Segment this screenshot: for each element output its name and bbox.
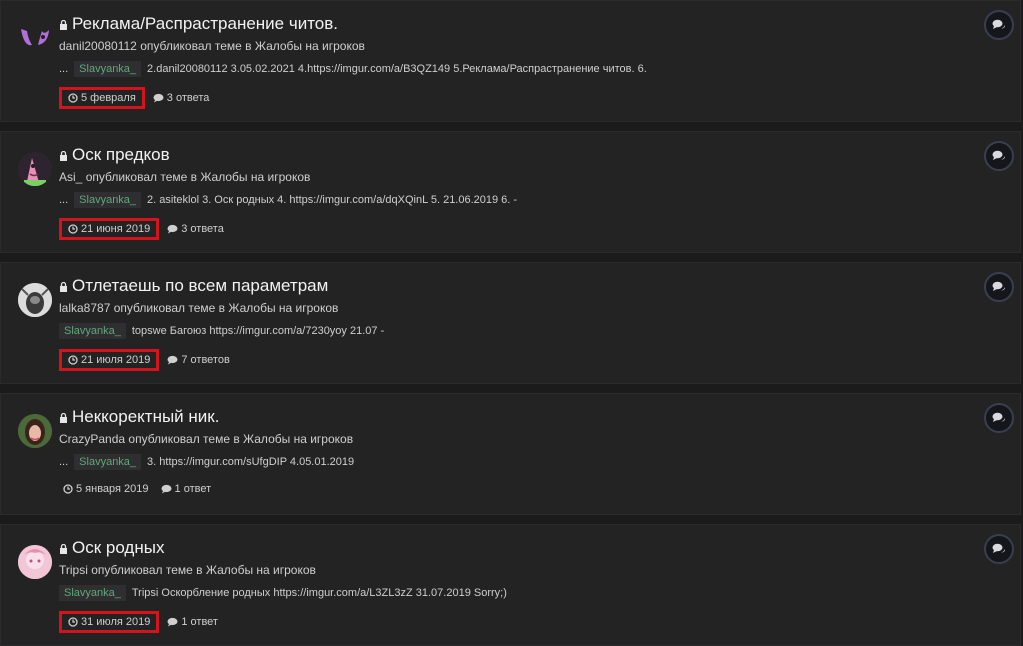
topic-replies[interactable]: 7 ответов [167,354,230,366]
topic-title[interactable]: Оск предков [72,145,170,165]
clock-icon [63,484,73,494]
clock-icon [68,617,78,627]
avatar[interactable] [18,545,52,579]
topic-card: Неккоректный ник. CrazyPanda опубликовал… [0,393,1021,515]
topic-title[interactable]: Реклама/Распрастранение читов. [72,14,338,34]
comment-icon [153,93,164,103]
topic-replies[interactable]: 1 ответ [161,483,212,495]
topic-date[interactable]: 5 февраля [59,87,145,109]
topic-title[interactable]: Отлетаешь по всем параметрам [72,276,328,296]
topic-meta-text: опубликовал теме в Жалобы на игроков [128,432,354,446]
topic-replies-text: 3 ответа [181,223,224,235]
quote-user[interactable]: Slavyanka_ [59,585,126,601]
clock-icon [68,93,78,103]
comments-icon [992,281,1006,291]
lock-icon [60,413,67,423]
topic-meta-text: опубликовал теме в Жалобы на игроков [113,301,339,315]
topic-action-button[interactable] [984,534,1014,564]
topic-date[interactable]: 21 июня 2019 [59,218,160,240]
topic-snippet: Tripsi Оскорбление родных https://imgur.… [131,587,507,599]
avatar[interactable] [18,21,52,55]
topic-author[interactable]: Asi_ [59,170,82,184]
topic-action-button[interactable] [984,272,1014,302]
topic-author[interactable]: CrazyPanda [59,432,125,446]
quote-user[interactable]: Slavyanka_ [74,61,142,77]
comments-icon [992,543,1006,553]
topic-card: Реклама/Распрастранение читов. danil2008… [0,0,1021,122]
comment-icon [167,617,178,627]
avatar[interactable] [18,414,52,448]
clock-icon [68,355,78,365]
topic-replies[interactable]: 1 ответ [167,616,218,628]
avatar[interactable] [18,152,52,186]
topic-snippet: 2. asiteklol 3. Оск родных 4. https://im… [147,194,518,206]
topic-replies-text: 1 ответ [174,483,212,495]
topic-replies[interactable]: 3 ответа [167,223,224,235]
topic-date[interactable]: 21 июля 2019 [59,349,160,371]
topic-author[interactable]: lalka8787 [59,301,110,315]
topic-card: Оск предков Asi_ опубликовал теме в Жало… [0,131,1021,253]
avatar[interactable] [18,283,52,317]
topic-date[interactable]: 31 июля 2019 [59,611,160,633]
topic-replies-text: 3 ответа [166,92,210,104]
snippet-prefix: ... [59,456,69,468]
topic-title[interactable]: Неккоректный ник. [72,407,219,427]
topic-action-button[interactable] [984,403,1014,433]
topic-author[interactable]: danil20080112 [59,39,137,53]
topic-replies[interactable]: 3 ответа [153,92,210,104]
quote-user[interactable]: Slavyanka_ [74,454,142,470]
quote-user[interactable]: Slavyanka_ [59,323,126,339]
lock-icon [60,20,67,30]
comments-icon [992,150,1006,160]
topic-snippet: 2.danil20080112 3.05.02.2021 4.https://i… [147,63,647,75]
topic-snippet: topswe Багоюз https://imgur.com/a/7230yo… [131,325,385,337]
quote-user[interactable]: Slavyanka_ [74,192,142,208]
topic-replies-text: 1 ответ [181,616,218,628]
lock-icon [60,544,67,554]
topic-date-text: 21 июня 2019 [81,223,151,235]
comment-icon [167,224,178,234]
topic-meta-text: опубликовал теме в Жалобы на игроков [91,563,316,577]
topic-author[interactable]: Tripsi [59,563,88,577]
lock-icon [60,282,67,292]
topic-date-text: 21 июля 2019 [81,354,151,366]
topic-meta-text: опубликовал теме в Жалобы на игроков [140,39,365,53]
topic-date-text: 31 июля 2019 [81,616,151,628]
topic-date[interactable]: 5 января 2019 [59,480,153,498]
topic-action-button[interactable] [984,10,1014,40]
clock-icon [68,224,78,234]
topic-card: Отлетаешь по всем параметрам lalka8787 о… [0,262,1021,384]
topic-meta-text: опубликовал теме в Жалобы на игроков [85,170,311,184]
comments-icon [992,19,1006,29]
topic-snippet: 3. https://imgur.com/sUfgDIP 4.05.01.201… [147,456,355,468]
comment-icon [167,355,178,365]
topic-date-text: 5 января 2019 [76,483,149,495]
snippet-prefix: ... [59,63,69,75]
topic-replies-text: 7 ответов [181,354,230,366]
comments-icon [992,412,1006,422]
topic-action-button[interactable] [984,141,1014,171]
topic-date-text: 5 февраля [81,92,136,104]
lock-icon [60,151,67,161]
topic-title[interactable]: Оск родных [72,538,164,558]
snippet-prefix: ... [59,194,69,206]
topic-card: Оск родных Tripsi опубликовал теме в Жал… [0,524,1021,646]
comment-icon [161,484,172,494]
